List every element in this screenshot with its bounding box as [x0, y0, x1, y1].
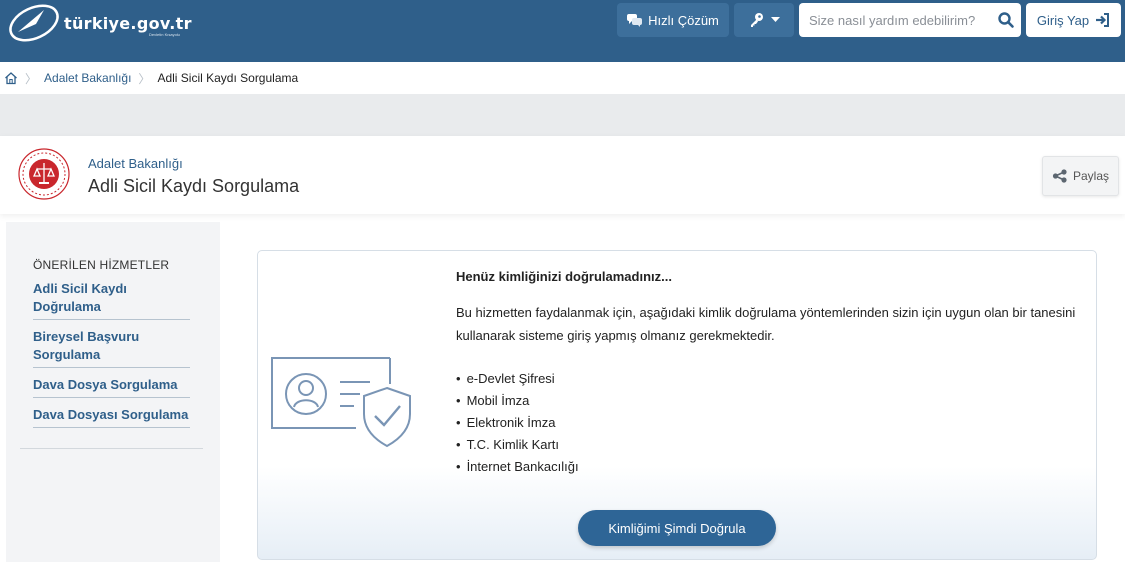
- id-card-shield-icon: [271, 357, 411, 448]
- sidebar-divider: [20, 448, 203, 449]
- breadcrumb: 〉 Adalet Bakanlığı 〉 Adli Sicil Kaydı So…: [0, 62, 1125, 94]
- page-header: Adalet Bakanlığı Adli Sicil Kaydı Sorgul…: [0, 136, 1125, 214]
- ministry-emblem-icon: [18, 148, 70, 200]
- key-menu-button[interactable]: [734, 3, 794, 37]
- page-title: Adli Sicil Kaydı Sorgulama: [88, 176, 300, 196]
- verification-title: Henüz kimliğinizi doğrulamadınız...: [456, 269, 672, 284]
- identity-verification-card: Henüz kimliğinizi doğrulamadınız... Bu h…: [257, 250, 1097, 560]
- quick-solution-label: Hızlı Çözüm: [648, 12, 719, 28]
- home-icon[interactable]: [4, 71, 18, 85]
- sidebar-item-individual-application[interactable]: Bireysel Başvuru Sorgulama: [33, 326, 190, 368]
- sign-in-icon: [1096, 13, 1110, 27]
- auth-method-item: T.C. Kimlik Kartı: [456, 434, 579, 456]
- breadcrumb-separator: 〉: [138, 71, 151, 86]
- login-label: Giriş Yap: [1036, 12, 1090, 28]
- search-box: [799, 3, 1021, 37]
- share-label: Paylaş: [1072, 169, 1110, 183]
- site-logo[interactable]: türkiye.gov.tr Devletin Kısayolu: [4, 2, 204, 44]
- sidebar-item-record-verification[interactable]: Adli Sicil Kaydı Doğrulama: [33, 278, 190, 320]
- search-input[interactable]: [799, 3, 989, 37]
- key-icon: [750, 13, 763, 27]
- breadcrumb-current: Adli Sicil Kaydı Sorgulama: [157, 71, 299, 85]
- verify-identity-button[interactable]: Kimliğimi Şimdi Doğrula: [578, 510, 776, 546]
- logo-tagline: Devletin Kısayolu: [149, 32, 180, 37]
- breadcrumb-separator: 〉: [25, 71, 38, 86]
- auth-method-item: Elektronik İmza: [456, 412, 579, 434]
- login-button[interactable]: Giriş Yap: [1026, 3, 1121, 37]
- breadcrumb-link-ministry[interactable]: Adalet Bakanlığı: [44, 71, 131, 85]
- sidebar: ÖNERİLEN HİZMETLER Adli Sicil Kaydı Doğr…: [6, 222, 220, 562]
- auth-method-list: e-Devlet Şifresi Mobil İmza Elektronik İ…: [456, 368, 579, 478]
- verification-description: Bu hizmetten faydalanmak için, aşağıdaki…: [456, 305, 1076, 343]
- sidebar-list: Adli Sicil Kaydı Doğrulama Bireysel Başv…: [33, 278, 190, 434]
- share-button[interactable]: Paylaş: [1042, 156, 1119, 196]
- sidebar-heading: ÖNERİLEN HİZMETLER: [33, 258, 170, 272]
- logo-text: türkiye.gov.tr: [64, 14, 192, 33]
- chevron-down-icon: [770, 17, 780, 22]
- auth-method-item: İnternet Bankacılığı: [456, 456, 579, 478]
- quick-solution-button[interactable]: Hızlı Çözüm: [617, 3, 729, 37]
- logo-swoosh-icon: [9, 4, 59, 42]
- chat-bubbles-icon: [627, 13, 643, 27]
- sidebar-item-case-files-query[interactable]: Dava Dosyası Sorgulama: [33, 404, 190, 428]
- auth-method-item: e-Devlet Şifresi: [456, 368, 579, 390]
- sidebar-item-case-file-query[interactable]: Dava Dosya Sorgulama: [33, 374, 190, 398]
- banner-band: [0, 94, 1125, 136]
- search-icon[interactable]: [997, 11, 1015, 29]
- top-header: türkiye.gov.tr Devletin Kısayolu Hızlı Ç…: [0, 0, 1125, 62]
- share-icon: [1052, 169, 1067, 183]
- auth-method-item: Mobil İmza: [456, 390, 579, 412]
- organization-name[interactable]: Adalet Bakanlığı: [88, 156, 183, 171]
